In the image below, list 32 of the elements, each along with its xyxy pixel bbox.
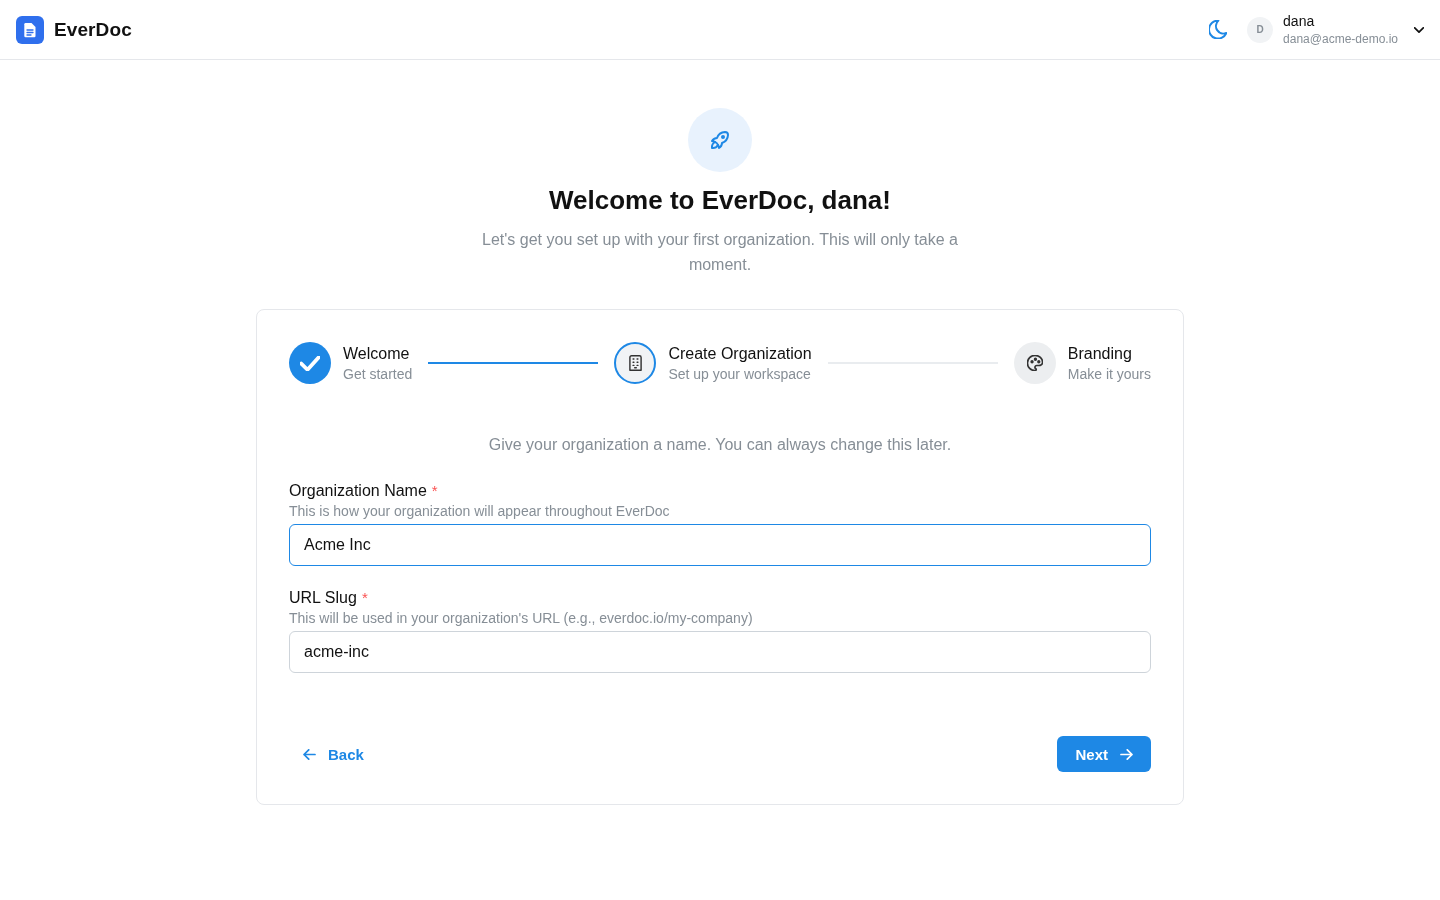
user-avatar: D [1247, 16, 1274, 43]
back-button[interactable]: Back [289, 736, 378, 772]
step-title: Create Organization [668, 343, 812, 364]
instructions-text: Give your organization a name. You can always change this later. [487, 435, 953, 455]
welcome-title: Welcome to EverDoc, dana! [549, 184, 891, 216]
required-asterisk: * [361, 588, 368, 608]
moon-icon [1209, 20, 1228, 39]
palette-icon [1026, 355, 1043, 371]
field-hint: This will be used in your organization's URL (e.g., everdoc.io/my-company) [289, 609, 754, 627]
field-label: URL Slug [289, 588, 357, 608]
field-label: Organization Name [289, 481, 427, 501]
arrow-left-icon [303, 748, 316, 760]
document-logo-icon [16, 15, 44, 44]
step-subtitle: Set up your workspace [668, 364, 812, 384]
step-title: Branding [1067, 343, 1133, 364]
user-menu-button[interactable]: D dana dana@acme-demo.io [1247, 11, 1424, 48]
building-icon [628, 355, 642, 371]
step-subtitle: Make it yours [1067, 364, 1151, 384]
input-field[interactable]: Acme Inc [289, 524, 1151, 566]
next-button[interactable]: Next [1057, 736, 1151, 772]
field-hint: This is how your organization will appear throughout EverDoc [289, 502, 671, 520]
required-asterisk: * [431, 481, 438, 501]
input-field[interactable]: acme-inc [289, 631, 1151, 673]
check-icon [300, 355, 320, 371]
theme-toggle-button[interactable] [1209, 20, 1228, 39]
brand-name: EverDoc [54, 18, 132, 41]
arrow-right-icon [1120, 748, 1133, 760]
chevron-down-icon [1414, 26, 1424, 33]
user-email: dana@acme-demo.io [1283, 30, 1398, 48]
rocket-icon [688, 108, 752, 172]
user-name: dana [1283, 11, 1315, 30]
welcome-subtitle: Let's get you set up with your first organization. This will only take a moment. [481, 230, 959, 275]
